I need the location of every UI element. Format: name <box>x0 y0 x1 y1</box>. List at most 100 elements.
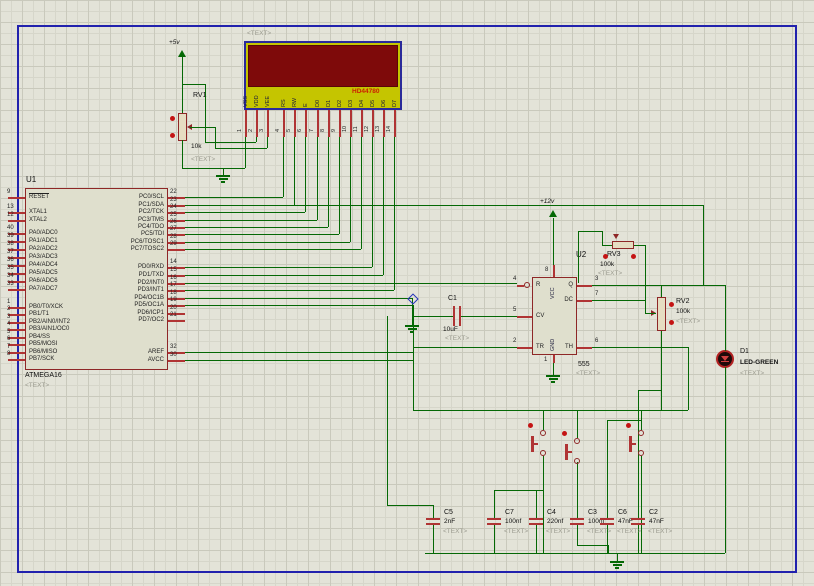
wire[interactable] <box>536 525 537 553</box>
wire[interactable] <box>328 137 329 227</box>
wire[interactable] <box>185 298 412 299</box>
wire[interactable] <box>182 84 205 85</box>
wire[interactable] <box>185 283 517 284</box>
wire[interactable] <box>185 242 350 243</box>
wire[interactable] <box>205 84 206 142</box>
wire[interactable] <box>185 197 283 198</box>
wire[interactable] <box>372 137 373 267</box>
wire[interactable] <box>185 290 394 291</box>
wire[interactable] <box>553 218 554 265</box>
wire[interactable] <box>578 231 602 232</box>
wire[interactable] <box>553 363 554 375</box>
wire[interactable] <box>577 410 578 438</box>
wire[interactable] <box>645 313 656 314</box>
power-arrow-icon[interactable] <box>549 210 557 217</box>
wire[interactable] <box>494 490 495 518</box>
wire[interactable] <box>661 285 662 297</box>
wire[interactable] <box>223 168 224 175</box>
rv3-pot[interactable] <box>612 241 634 249</box>
wire[interactable] <box>350 137 351 242</box>
power-arrow-icon[interactable] <box>178 50 186 57</box>
wire[interactable] <box>412 316 453 317</box>
wire[interactable] <box>592 285 725 286</box>
rv2-pot[interactable] <box>657 297 666 331</box>
wire[interactable] <box>577 545 608 546</box>
wire[interactable] <box>413 347 517 348</box>
wire[interactable] <box>185 267 372 268</box>
wire[interactable] <box>641 456 642 553</box>
wire[interactable] <box>361 137 362 249</box>
wire[interactable] <box>543 456 544 553</box>
wire[interactable] <box>592 347 688 348</box>
wire[interactable] <box>245 137 246 168</box>
capacitor[interactable] <box>487 518 501 520</box>
wire[interactable] <box>294 137 295 205</box>
wire[interactable] <box>182 57 183 113</box>
ground-icon[interactable] <box>546 375 560 377</box>
wire[interactable] <box>413 305 414 410</box>
wire[interactable] <box>185 234 339 235</box>
wire[interactable] <box>185 212 305 213</box>
wire[interactable] <box>215 148 267 149</box>
wire[interactable] <box>185 227 328 228</box>
wire[interactable] <box>267 137 268 148</box>
wire[interactable] <box>688 347 689 410</box>
wire[interactable] <box>339 137 340 234</box>
wire[interactable] <box>182 140 183 168</box>
capacitor[interactable] <box>570 518 584 520</box>
wire[interactable] <box>387 505 433 506</box>
wire[interactable] <box>413 410 688 411</box>
wire[interactable] <box>185 352 413 353</box>
wire[interactable] <box>305 137 306 212</box>
wire[interactable] <box>185 205 703 206</box>
wire[interactable] <box>536 490 537 518</box>
wire[interactable] <box>725 285 726 351</box>
wire[interactable] <box>185 249 361 250</box>
wire[interactable] <box>592 300 645 301</box>
wire[interactable] <box>608 545 609 553</box>
wire[interactable] <box>641 410 642 430</box>
wire[interactable] <box>634 245 645 246</box>
wire[interactable] <box>215 127 216 148</box>
wire[interactable] <box>317 137 318 220</box>
wire[interactable] <box>185 275 383 276</box>
wire[interactable] <box>577 462 578 518</box>
wire[interactable] <box>577 525 578 545</box>
wire[interactable] <box>387 316 388 505</box>
wire[interactable] <box>607 420 608 518</box>
wire[interactable] <box>703 205 704 285</box>
wire[interactable] <box>645 245 646 313</box>
wire[interactable] <box>205 142 256 143</box>
wire[interactable] <box>602 245 612 246</box>
ground-icon[interactable] <box>405 325 419 327</box>
capacitor[interactable] <box>426 518 440 520</box>
wire[interactable] <box>725 367 726 553</box>
wire[interactable] <box>425 553 725 554</box>
wire[interactable] <box>433 505 434 518</box>
wire[interactable] <box>185 305 413 306</box>
wire[interactable] <box>461 316 517 317</box>
wire[interactable] <box>602 231 603 245</box>
wire[interactable] <box>578 231 579 283</box>
wire[interactable] <box>494 525 495 553</box>
capacitor[interactable] <box>631 518 645 520</box>
wire[interactable] <box>190 127 215 128</box>
wire[interactable] <box>638 390 661 391</box>
wire[interactable] <box>185 360 413 361</box>
wire[interactable] <box>617 553 618 561</box>
wire[interactable] <box>256 137 257 142</box>
wire[interactable] <box>185 220 317 221</box>
wire[interactable] <box>543 410 544 430</box>
wire[interactable] <box>394 137 395 290</box>
c1-capacitor[interactable] <box>453 306 455 326</box>
ground-icon[interactable] <box>610 561 624 563</box>
wire[interactable] <box>383 137 384 275</box>
ground-icon[interactable] <box>216 175 230 177</box>
wire[interactable] <box>182 168 245 169</box>
rv1-pot[interactable] <box>178 113 187 141</box>
capacitor[interactable] <box>529 518 543 520</box>
wire[interactable] <box>661 331 662 410</box>
wire[interactable] <box>607 420 641 421</box>
wire[interactable] <box>433 525 434 553</box>
wire[interactable] <box>283 137 284 197</box>
